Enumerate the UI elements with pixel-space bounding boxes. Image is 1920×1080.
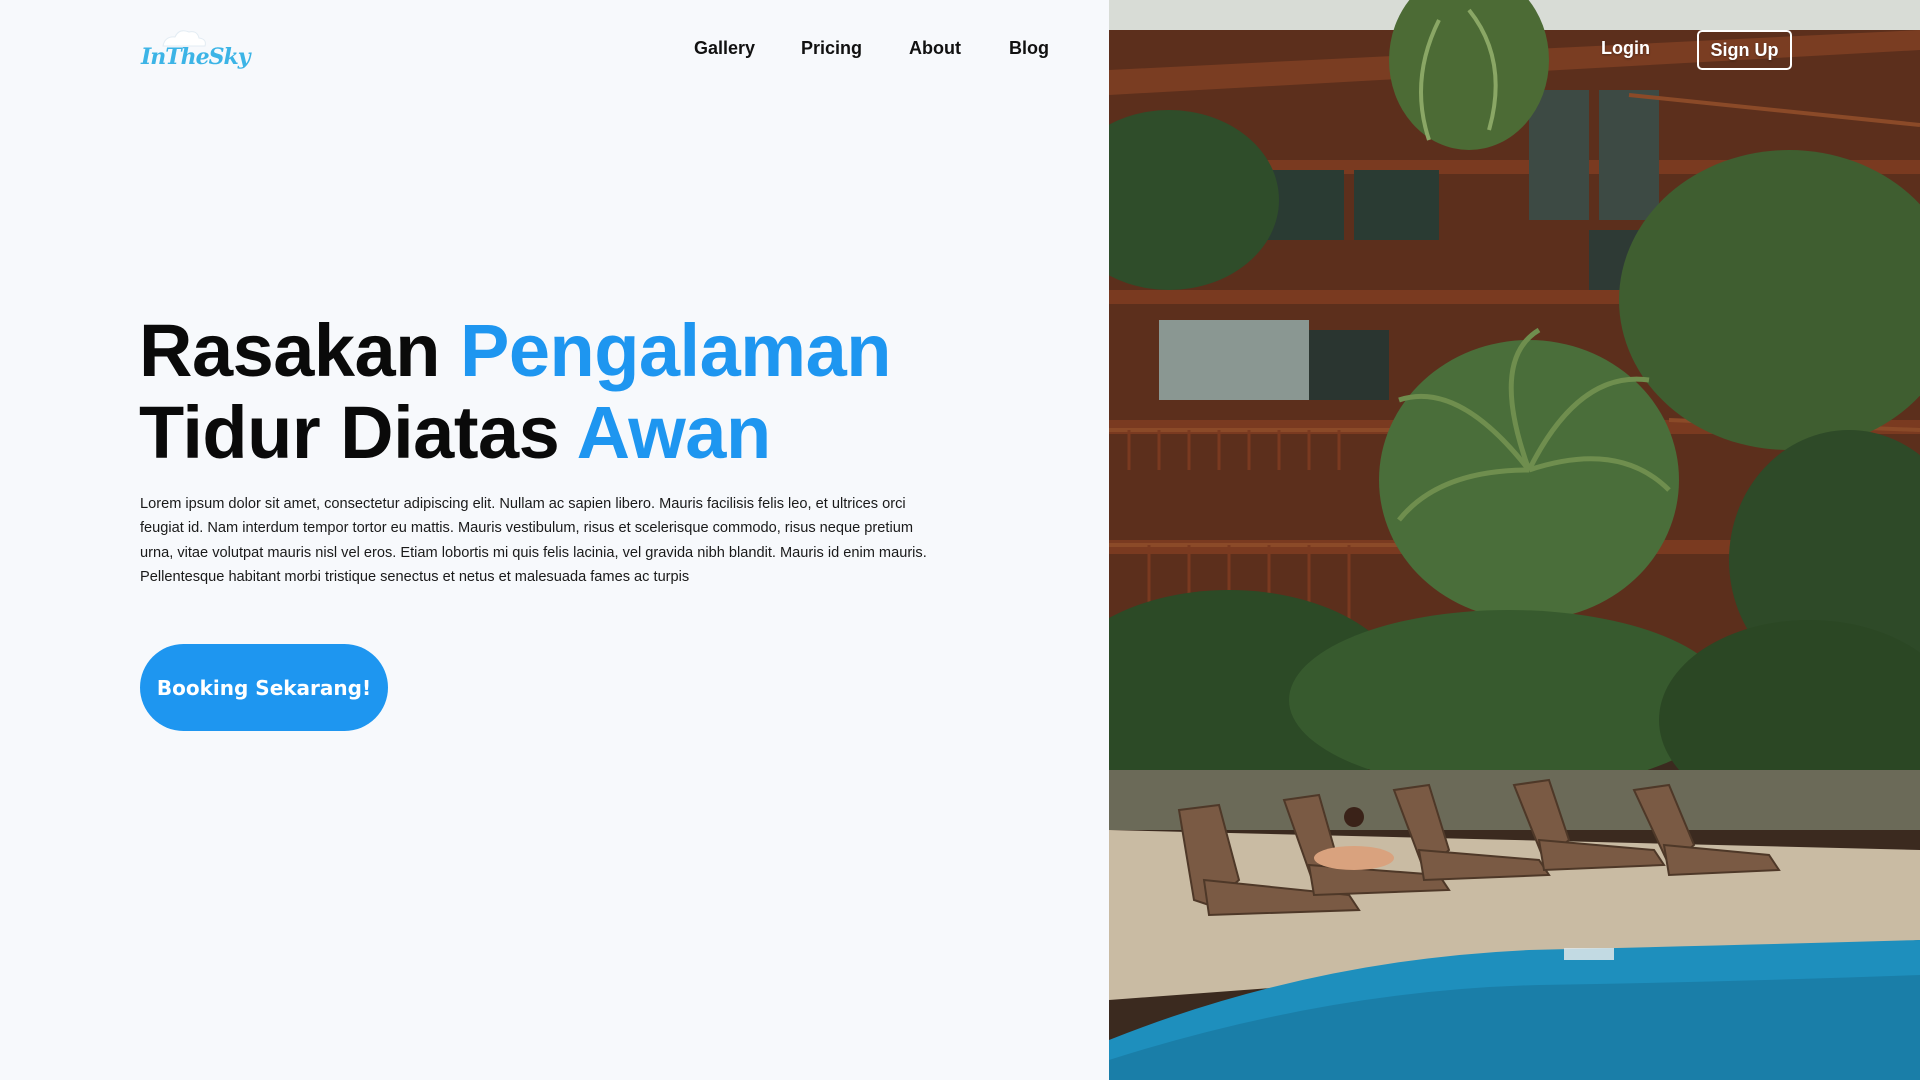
brand-logo-text: InTheSky [141, 44, 251, 70]
booking-cta-button[interactable]: Booking Sekarang! [140, 644, 388, 731]
hero-description: Lorem ipsum dolor sit amet, consectetur … [140, 496, 927, 585]
brand-logo[interactable]: InTheSky [141, 22, 251, 78]
hero-photo-resort-pool [1109, 0, 1920, 1080]
headline-line1-accent: Pengalaman [459, 309, 891, 392]
hero-headline: Rasakan Pengalaman Tidur Diatas Awan [139, 310, 891, 474]
nav-item-blog[interactable]: Blog [1009, 38, 1049, 59]
headline-line2-plain: Tidur Diatas [139, 391, 560, 474]
nav-item-gallery[interactable]: Gallery [694, 38, 755, 59]
headline-line2-accent: Awan [576, 391, 772, 474]
nav-item-pricing[interactable]: Pricing [801, 38, 862, 59]
login-link[interactable]: Login [1601, 38, 1650, 59]
signup-button[interactable]: Sign Up [1697, 30, 1792, 70]
nav-item-about[interactable]: About [909, 38, 961, 59]
headline-line1-plain: Rasakan [139, 309, 440, 392]
